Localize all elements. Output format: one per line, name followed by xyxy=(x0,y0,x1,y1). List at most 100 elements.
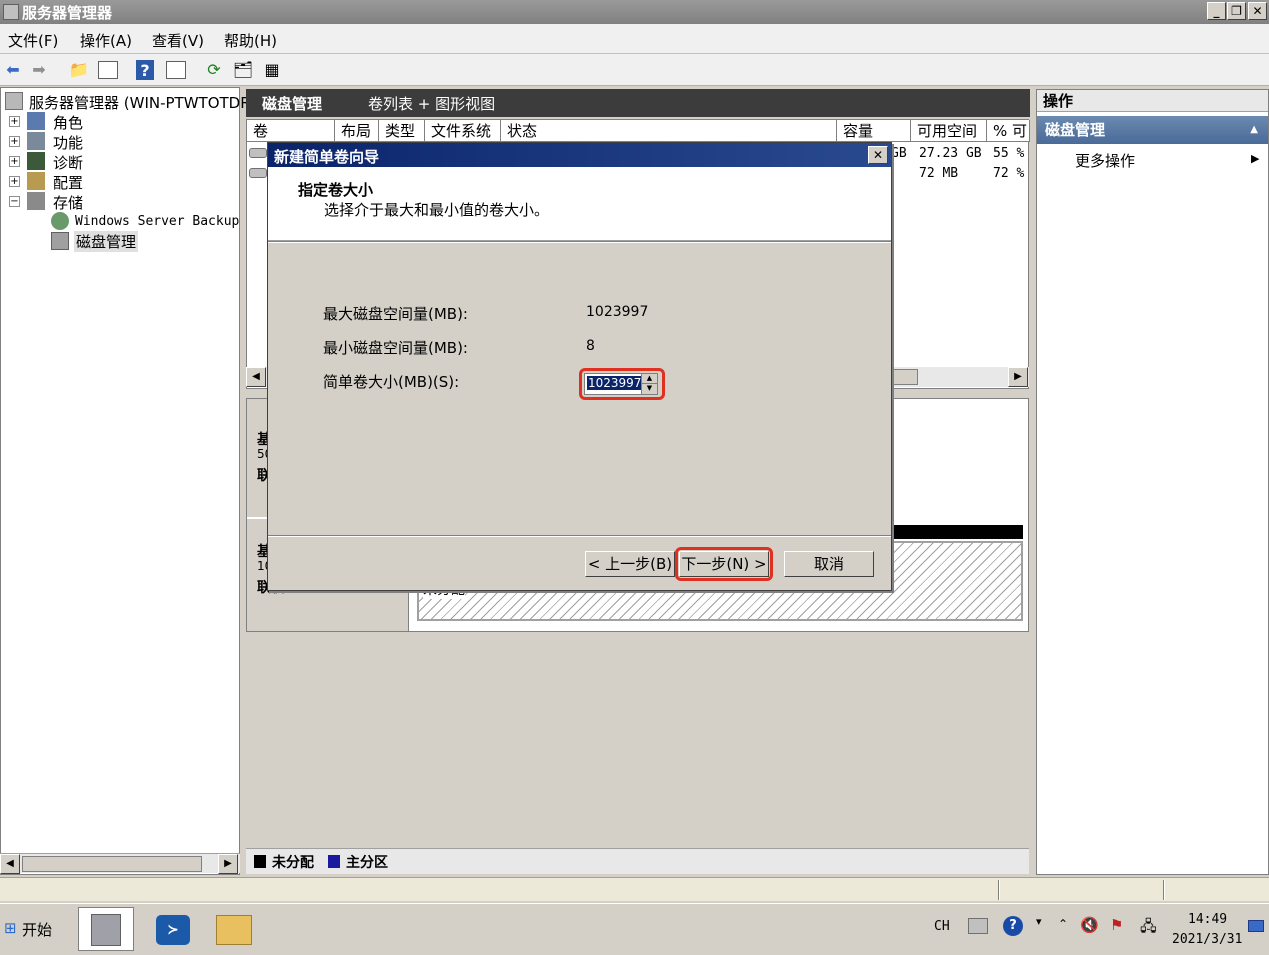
server-manager-icon xyxy=(5,92,23,110)
max-space-value: 1023997 xyxy=(586,304,649,320)
taskbar-explorer[interactable] xyxy=(206,907,262,951)
volume-muted-icon[interactable]: 🔇 xyxy=(1080,916,1099,934)
taskbar-server-manager[interactable] xyxy=(78,907,134,951)
show-hide-action-pane-icon[interactable] xyxy=(166,61,186,79)
menu-help[interactable]: 帮助(H) xyxy=(224,30,277,51)
menu-file[interactable]: 文件(F) xyxy=(8,30,58,51)
forward-arrow-icon[interactable]: ➡ xyxy=(28,59,50,81)
col-header-percent-free[interactable]: % 可用 xyxy=(987,120,1030,142)
volume-icon xyxy=(249,148,267,158)
actions-title: 操作 xyxy=(1037,90,1268,112)
taskbar-powershell[interactable]: ≻ xyxy=(146,907,202,951)
tree-item-roles[interactable]: 角色 xyxy=(53,112,83,133)
tree-item-diagnostics[interactable]: 诊断 xyxy=(53,152,83,173)
menu-view[interactable]: 查看(V) xyxy=(152,30,204,51)
keyboard-icon[interactable] xyxy=(968,918,988,934)
language-indicator[interactable]: CH xyxy=(934,919,950,934)
options-icon[interactable]: ▾ xyxy=(1036,915,1042,928)
toolbar: ⬅ ➡ 📁 ? ⟳ 🗂 ▦ xyxy=(0,54,1269,86)
col-header-free-space[interactable]: 可用空间 xyxy=(911,120,987,142)
unallocated-partition-bar xyxy=(893,525,1023,539)
back-button[interactable]: < 上一步(B) xyxy=(585,551,675,577)
up-folder-icon[interactable]: 📁 xyxy=(68,59,90,81)
window-title: 服务器管理器 xyxy=(22,4,113,22)
clock-time[interactable]: 14:49 xyxy=(1188,912,1227,927)
status-divider xyxy=(998,880,1000,900)
col-header-capacity[interactable]: 容量 xyxy=(837,120,911,142)
scroll-left-button[interactable]: ◀ xyxy=(246,367,266,387)
footer-separator xyxy=(268,535,891,537)
show-hidden-icons[interactable]: ⌃ xyxy=(1058,917,1068,931)
show-desktop-icon[interactable] xyxy=(1248,920,1264,932)
tree-item-features[interactable]: 功能 xyxy=(53,132,83,153)
dialog-close-button[interactable]: ✕ xyxy=(868,146,888,164)
header-separator xyxy=(268,241,891,243)
col-header-type[interactable]: 类型 xyxy=(379,120,425,142)
col-header-filesystem[interactable]: 文件系统 xyxy=(425,120,501,142)
expand-icon[interactable]: + xyxy=(9,116,20,127)
new-simple-volume-wizard: 新建简单卷向导 ✕ 指定卷大小 选择介于最大和最小值的卷大小。 最大磁盘空间量(… xyxy=(267,142,892,591)
max-space-label: 最大磁盘空间量(MB): xyxy=(323,305,468,323)
dialog-title: 新建简单卷向导 xyxy=(274,148,380,166)
configuration-icon xyxy=(27,172,45,190)
start-button[interactable]: ⊞ 开始 xyxy=(2,909,56,949)
export-list-icon[interactable]: ▦ xyxy=(261,59,283,81)
legend-unallocated: 未分配 xyxy=(272,855,314,871)
cancel-button[interactable]: 取消 xyxy=(784,551,874,577)
dialog-title-bar[interactable]: 新建简单卷向导 ✕ xyxy=(268,143,891,167)
min-space-label: 最小磁盘空间量(MB): xyxy=(323,339,468,357)
collapse-icon[interactable]: − xyxy=(9,196,20,207)
unallocated-swatch xyxy=(254,855,266,868)
help-icon[interactable]: ? xyxy=(136,60,154,80)
volume-size-label: 简单卷大小(MB)(S): xyxy=(323,373,460,391)
status-divider xyxy=(1163,880,1165,900)
min-space-value: 8 xyxy=(586,338,595,354)
table-cell-capacity: GB xyxy=(891,146,907,161)
roles-icon xyxy=(27,112,45,130)
server-manager-icon xyxy=(3,4,19,20)
scroll-right-button[interactable]: ▶ xyxy=(218,854,238,874)
show-hide-tree-icon[interactable] xyxy=(98,61,118,79)
expand-icon[interactable]: + xyxy=(9,136,20,147)
col-header-status[interactable]: 状态 xyxy=(501,120,837,142)
center-title: 磁盘管理 xyxy=(262,95,323,113)
tree-item-windows-server-backup[interactable]: Windows Server Backup xyxy=(75,214,239,229)
windows-logo-icon: ⊞ xyxy=(4,919,17,937)
menu-action[interactable]: 操作(A) xyxy=(80,30,132,51)
table-cell-percent-free: 72 % xyxy=(993,166,1025,181)
actions-pane: 操作 磁盘管理 ▲ 更多操作 ▶ xyxy=(1036,89,1269,875)
col-header-volume[interactable]: 卷 xyxy=(247,120,335,142)
action-center-icon[interactable]: ⚑ xyxy=(1110,916,1123,934)
scroll-left-button[interactable]: ◀ xyxy=(0,854,20,874)
network-icon[interactable]: 🖧 xyxy=(1140,916,1157,941)
legend-primary: 主分区 xyxy=(346,855,388,871)
restore-button[interactable]: ❐ xyxy=(1227,2,1246,20)
tree-item-storage[interactable]: 存储 xyxy=(53,192,83,213)
help-icon[interactable]: ? xyxy=(1003,916,1023,936)
legend-bar: 未分配 主分区 xyxy=(246,848,1029,874)
col-header-layout[interactable]: 布局 xyxy=(335,120,379,142)
scroll-thumb[interactable] xyxy=(22,856,202,872)
more-actions-item[interactable]: 更多操作 xyxy=(1075,150,1135,171)
features-icon xyxy=(27,132,45,150)
expand-icon[interactable]: + xyxy=(9,176,20,187)
tree-item-disk-management[interactable]: 磁盘管理 xyxy=(74,231,139,252)
actions-section-disk-management[interactable]: 磁盘管理 ▲ xyxy=(1037,116,1268,144)
window-title-bar: 服务器管理器 _ ❐ ✕ xyxy=(0,0,1269,24)
clock-date[interactable]: 2021/3/31 xyxy=(1172,932,1242,947)
back-arrow-icon[interactable]: ⬅ xyxy=(2,59,24,81)
tree-item-configuration[interactable]: 配置 xyxy=(53,172,83,193)
minimize-button[interactable]: _ xyxy=(1207,2,1226,20)
menu-bar: 文件(F) 操作(A) 查看(V) 帮助(H) xyxy=(0,24,1269,54)
submenu-arrow-icon: ▶ xyxy=(1251,152,1260,165)
close-button[interactable]: ✕ xyxy=(1248,2,1267,20)
properties-icon[interactable]: 🗂 xyxy=(232,59,254,81)
tree-horizontal-scrollbar[interactable]: ◀ ▶ xyxy=(0,853,240,874)
refresh-icon[interactable]: ⟳ xyxy=(203,59,225,81)
center-view-label: 卷列表 + 图形视图 xyxy=(368,95,496,113)
scroll-right-button[interactable]: ▶ xyxy=(1008,367,1028,387)
tree-item-server-manager[interactable]: 服务器管理器 (WIN-PTWTOTDRL5 xyxy=(29,92,269,113)
collapse-up-icon[interactable]: ▲ xyxy=(1250,116,1258,144)
expand-icon[interactable]: + xyxy=(9,156,20,167)
powershell-icon: ≻ xyxy=(156,915,190,945)
